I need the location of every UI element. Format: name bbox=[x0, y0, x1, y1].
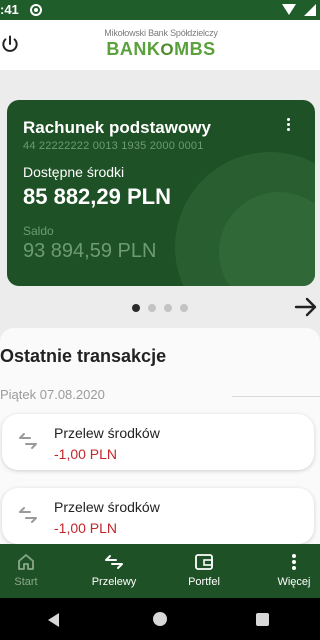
nav-wallet-label: Portfel bbox=[188, 576, 220, 588]
transfer-icon bbox=[19, 507, 37, 523]
pager-dot-2[interactable] bbox=[148, 304, 156, 312]
transactions-panel: Ostatnie transakcje Piątek 07.08.2020 Pr… bbox=[0, 328, 320, 544]
system-navigation-bar bbox=[0, 598, 320, 640]
transactions-title: Ostatnie transakcje bbox=[0, 346, 167, 366]
back-icon[interactable] bbox=[48, 613, 59, 627]
bank-name: Mikołowski Bank Spółdzielczy bbox=[104, 28, 218, 38]
transaction-item[interactable]: Przelew środków -1,00 PLN bbox=[2, 414, 314, 470]
account-name: Rachunek podstawowy bbox=[23, 118, 211, 137]
balance-label: Saldo bbox=[23, 224, 54, 238]
transaction-amount: -1,00 PLN bbox=[54, 520, 118, 536]
recent-apps-icon[interactable] bbox=[256, 613, 269, 626]
logo-mbs: MBS bbox=[174, 39, 216, 59]
more-vert-icon[interactable] bbox=[277, 116, 299, 138]
transaction-item[interactable]: Przelew środków -1,00 PLN bbox=[2, 488, 314, 544]
arrow-right-icon[interactable] bbox=[294, 296, 318, 318]
logo-o: O bbox=[160, 40, 175, 59]
pager-dot-1[interactable] bbox=[132, 304, 140, 312]
logo-bank: BANK bbox=[106, 39, 161, 59]
nav-start-label: Start bbox=[14, 576, 38, 588]
pager-dot-4[interactable] bbox=[180, 304, 188, 312]
account-card[interactable]: Rachunek podstawowy 44 22222222 0013 193… bbox=[7, 100, 315, 286]
nav-more[interactable]: Więcej bbox=[254, 544, 320, 598]
transactions-date: Piątek 07.08.2020 bbox=[0, 387, 105, 402]
available-amount: 85 882,29 PLN bbox=[23, 184, 171, 209]
status-time: :41 bbox=[0, 2, 19, 17]
transaction-name: Przelew środków bbox=[54, 425, 160, 441]
wifi-icon bbox=[282, 4, 296, 15]
nav-start[interactable]: Start bbox=[0, 544, 66, 598]
account-number: 44 22222222 0013 1935 2000 0001 bbox=[23, 140, 204, 152]
available-label: Dostępne środki bbox=[23, 164, 125, 180]
nav-transfers[interactable]: Przelewy bbox=[74, 544, 154, 598]
transaction-name: Przelew środków bbox=[54, 499, 160, 515]
power-icon[interactable] bbox=[0, 34, 20, 54]
home-icon bbox=[18, 554, 34, 570]
more-vert-icon bbox=[292, 554, 296, 570]
balance-amount: 93 894,59 PLN bbox=[23, 240, 157, 262]
app-header: Mikołowski Bank Spółdzielczy BANKOMBS bbox=[0, 20, 320, 70]
bank-logo: Mikołowski Bank Spółdzielczy BANKOMBS bbox=[96, 28, 226, 60]
pager-dot-3[interactable] bbox=[164, 304, 172, 312]
signal-icon bbox=[304, 4, 316, 16]
logo-text: BANKOMBS bbox=[96, 39, 226, 60]
transfers-icon bbox=[105, 555, 123, 569]
divider bbox=[232, 396, 320, 397]
nav-wallet[interactable]: Portfel bbox=[164, 544, 244, 598]
transaction-amount: -1,00 PLN bbox=[54, 446, 118, 462]
wallet-icon bbox=[195, 554, 213, 570]
data-saver-icon bbox=[30, 4, 42, 16]
home-button-icon[interactable] bbox=[153, 612, 167, 626]
bottom-navigation: Start Przelewy Portfel Więcej bbox=[0, 544, 320, 598]
nav-more-label: Więcej bbox=[277, 576, 311, 588]
status-bar: :41 bbox=[0, 0, 320, 20]
nav-transfers-label: Przelewy bbox=[91, 576, 137, 588]
transfer-icon bbox=[19, 433, 37, 449]
